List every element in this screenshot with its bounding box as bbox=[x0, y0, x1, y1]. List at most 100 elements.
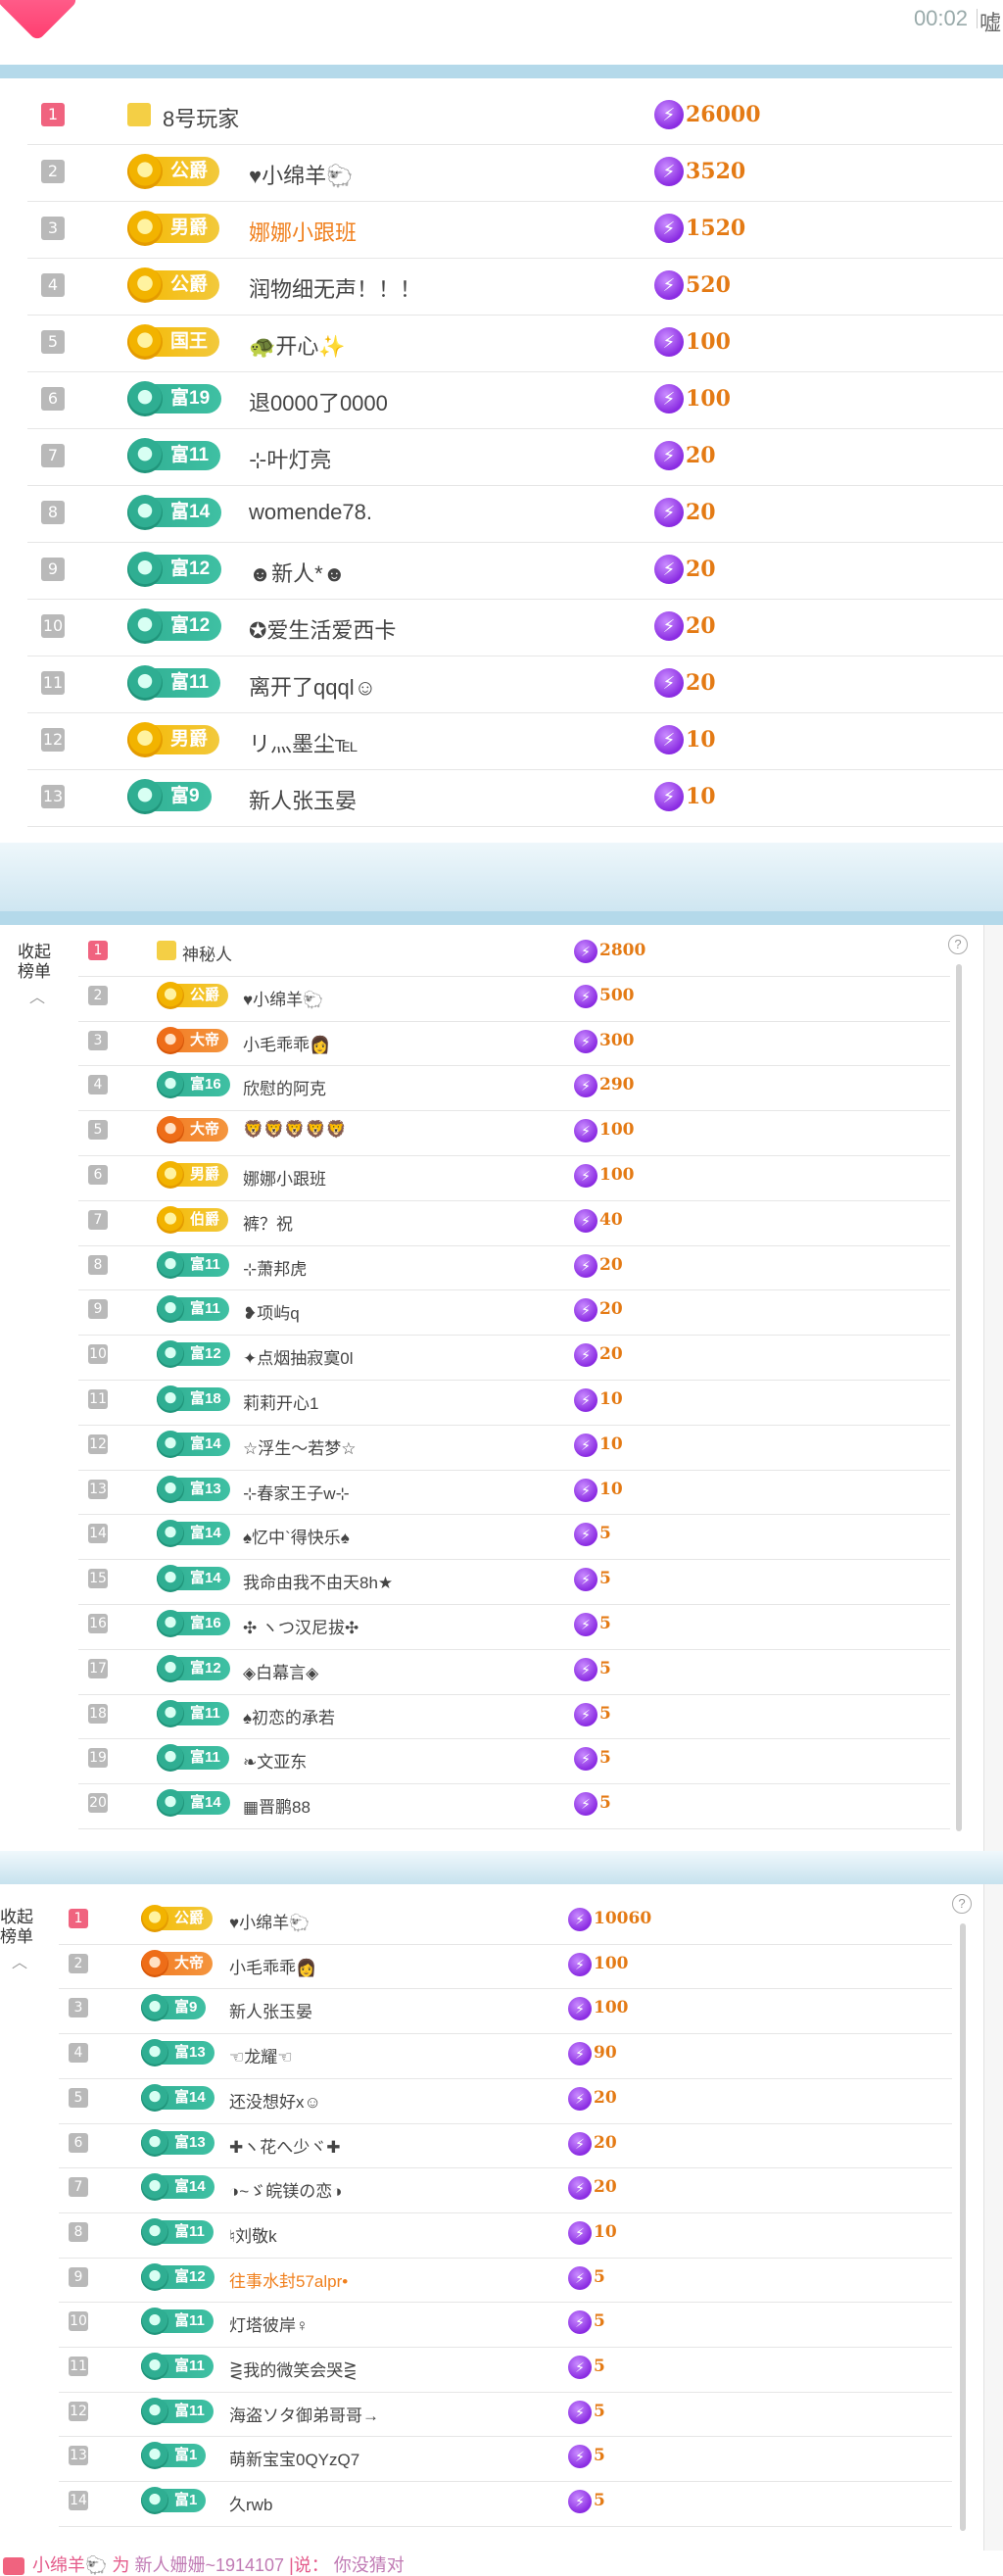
user-name[interactable]: 8号玩家 bbox=[163, 102, 239, 133]
help-icon[interactable]: ? bbox=[952, 1894, 972, 1914]
lightning-coin-icon: ⚡ bbox=[654, 384, 684, 413]
badge-emblem-icon bbox=[157, 1161, 184, 1189]
badge-emblem-icon bbox=[141, 1905, 168, 1932]
user-name[interactable]: womende78. bbox=[249, 500, 372, 525]
user-name[interactable]: 退0000了0000 bbox=[249, 386, 388, 417]
badge-emblem-icon bbox=[157, 1520, 184, 1548]
user-name[interactable]: ⋛我的微笑会哭⋛ bbox=[229, 2357, 358, 2381]
row-divider bbox=[78, 1289, 950, 1291]
chevron-up-icon[interactable]: ︿ bbox=[29, 984, 45, 1007]
user-name[interactable]: 欣慰的阿克 bbox=[243, 1075, 326, 1099]
user-name[interactable]: ❧文亚东 bbox=[243, 1748, 307, 1773]
user-name[interactable]: ✪爱生活爱西卡 bbox=[249, 613, 396, 645]
badge-emblem-icon bbox=[141, 2217, 168, 2246]
user-name[interactable]: 🦁🦁🦁🦁🦁 bbox=[243, 1120, 347, 1140]
user-name[interactable]: 神秘人 bbox=[182, 941, 232, 965]
chat-message: 小绵羊🐑 为 新人姗姗~1914107 |说： 你没猜对 bbox=[0, 2552, 1003, 2576]
lightning-coin-icon: ⚡ bbox=[654, 214, 684, 243]
scrollbar[interactable] bbox=[956, 964, 962, 1831]
level-badge-label: 富12 bbox=[170, 559, 211, 579]
user-name[interactable]: ▦晋鹏88 bbox=[243, 1793, 310, 1818]
user-name[interactable]: ⊹春家王子w⊹ bbox=[243, 1480, 350, 1504]
level-badge: 大帝 bbox=[157, 1026, 229, 1054]
contribution-amount: 520 bbox=[686, 272, 731, 298]
user-name[interactable]: 还没想好x☺ bbox=[229, 2088, 321, 2113]
user-name[interactable]: ☆浮生～若梦☆ bbox=[243, 1434, 356, 1459]
user-name[interactable]: 娜娜小跟班 bbox=[249, 216, 357, 247]
badge-emblem-icon bbox=[157, 1744, 184, 1773]
user-name[interactable]: ✣ ヽつ汉尼拔✣ bbox=[243, 1614, 358, 1638]
user-name[interactable]: リ灬墨尘℡ bbox=[249, 727, 358, 758]
contribution-amount: 5 bbox=[599, 1748, 611, 1769]
chevron-up-icon[interactable]: ︿ bbox=[12, 1949, 27, 1972]
user-name[interactable]: 裤？祝 bbox=[243, 1210, 293, 1235]
rank-number: 17 bbox=[88, 1658, 108, 1678]
user-name[interactable]: ✚ヽ花へ少ヾ✚ bbox=[229, 2133, 341, 2158]
user-name[interactable]: 我命由我不由天8h★ bbox=[243, 1569, 393, 1593]
level-badge-label: 男爵 bbox=[190, 1166, 220, 1183]
user-name[interactable]: ⊹叶灯亮 bbox=[249, 443, 331, 474]
rank-number: 11 bbox=[41, 671, 65, 695]
rank-number: 3 bbox=[41, 217, 65, 240]
help-icon[interactable]: ? bbox=[948, 935, 968, 954]
user-name[interactable]: 海盗ソタ御弟哥哥→ bbox=[229, 2402, 379, 2426]
user-name[interactable]: ☻新人*☻ bbox=[249, 557, 346, 588]
user-name[interactable]: 小毛乖乖👩 bbox=[243, 1031, 330, 1055]
row-divider bbox=[59, 1943, 952, 1945]
rank-number: 5 bbox=[88, 1120, 108, 1141]
badge-emblem-icon bbox=[127, 211, 163, 246]
user-name[interactable]: ♥小绵羊🐑 bbox=[249, 159, 353, 190]
user-name[interactable]: ♥小绵羊🐑 bbox=[243, 986, 323, 1010]
level-badge: 富18 bbox=[157, 1385, 230, 1413]
chat-text: 你没猜对 bbox=[333, 2555, 405, 2575]
chat-target: 新人姗姗~1914107 bbox=[134, 2555, 285, 2575]
rank-number: 4 bbox=[69, 2043, 88, 2064]
contribution-amount: 20 bbox=[599, 1254, 623, 1275]
user-name[interactable]: ♮刘敬k bbox=[229, 2222, 277, 2247]
user-name[interactable]: 往事水封57alpr• bbox=[229, 2267, 348, 2292]
row-divider bbox=[59, 2525, 952, 2527]
lightning-coin-icon: ⚡ bbox=[574, 984, 597, 1008]
user-name[interactable]: ⊹萧邦虎 bbox=[243, 1255, 307, 1280]
level-badge-label: 富9 bbox=[170, 786, 200, 806]
user-name[interactable]: ☜龙耀☜ bbox=[229, 2043, 292, 2067]
user-name[interactable]: ♥小绵羊🐑 bbox=[229, 1909, 310, 1933]
collapse-list-button[interactable]: 收起 榜单 bbox=[0, 1908, 33, 1947]
level-badge-label: 富14 bbox=[190, 1525, 221, 1542]
level-badge: 富16 bbox=[157, 1071, 230, 1099]
user-name[interactable]: 久rwb bbox=[229, 2491, 272, 2515]
user-name[interactable]: 灯塔彼岸♀ bbox=[229, 2311, 309, 2336]
user-name[interactable]: ♠忆中`得快乐♠ bbox=[243, 1524, 350, 1548]
contribution-amount: 20 bbox=[594, 2087, 617, 2108]
row-divider bbox=[27, 542, 1003, 543]
user-name[interactable]: ♠初恋的承若 bbox=[243, 1704, 335, 1728]
user-name[interactable]: 娜娜小跟班 bbox=[243, 1165, 326, 1190]
level-badge: 富13 bbox=[157, 1475, 230, 1503]
ranking-list-1: 1 8号玩家 ⚡ 26000 2 公爵 ♥小绵羊🐑 ⚡ 3520 3 男爵 娜娜小跟班 ⚡ 1520 4 公爵… bbox=[0, 78, 1003, 843]
user-name[interactable]: 🐢开心✨ bbox=[249, 329, 346, 361]
user-name[interactable]: ◑~ゞ皖镁の恋◑ bbox=[229, 2177, 342, 2202]
scrollbar[interactable] bbox=[960, 1923, 966, 2531]
row-divider bbox=[59, 2033, 952, 2035]
level-badge: 国王 bbox=[127, 324, 220, 360]
user-name[interactable]: 新人张玉晏 bbox=[249, 784, 357, 815]
user-name[interactable]: 莉莉开心1 bbox=[243, 1389, 318, 1414]
row-divider bbox=[59, 2347, 952, 2348]
level-badge: 公爵 bbox=[157, 981, 229, 1009]
rank-number: 13 bbox=[69, 2446, 88, 2466]
lightning-coin-icon: ⚡ bbox=[574, 1208, 597, 1233]
level-badge: 男爵 bbox=[157, 1161, 229, 1189]
user-name[interactable]: ◈白幕言◈ bbox=[243, 1659, 318, 1683]
user-name[interactable]: ✦点烟抽寂寞0l bbox=[243, 1344, 353, 1369]
user-name[interactable]: ❥项屿q bbox=[243, 1299, 300, 1324]
row-divider bbox=[27, 144, 1003, 145]
lightning-coin-icon: ⚡ bbox=[568, 2445, 592, 2469]
row-divider bbox=[27, 258, 1003, 259]
collapse-list-button[interactable]: 收起 榜单 bbox=[18, 943, 51, 982]
user-name[interactable]: 离开了qqql☺ bbox=[249, 670, 376, 702]
user-name[interactable]: 萌新宝宝0QYzQ7 bbox=[229, 2446, 359, 2470]
user-name[interactable]: 小毛乖乖👩 bbox=[229, 1954, 316, 1978]
user-name[interactable]: 润物细无声！！！ bbox=[249, 272, 421, 304]
user-name[interactable]: 新人张玉晏 bbox=[229, 1998, 312, 2022]
lightning-coin-icon: ⚡ bbox=[568, 2490, 592, 2514]
